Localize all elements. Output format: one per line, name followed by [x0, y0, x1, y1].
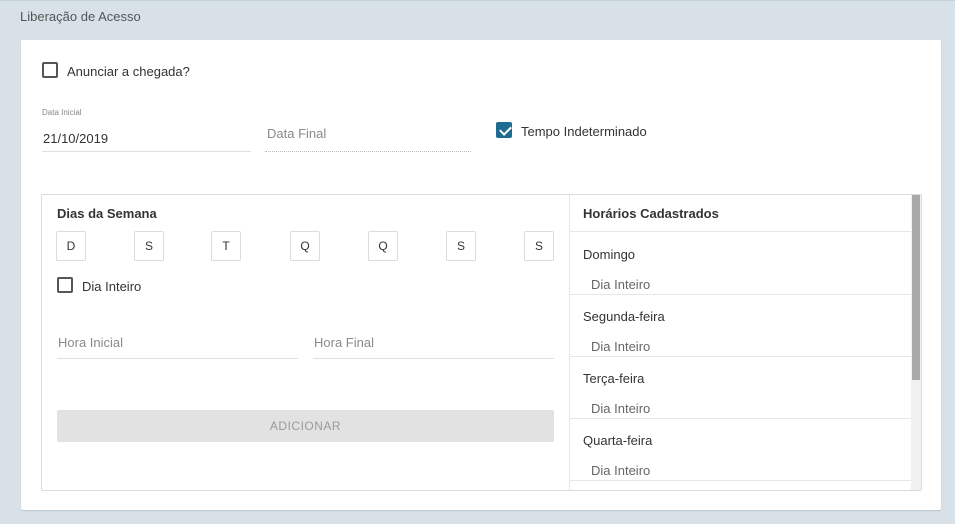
weekdays-column: Dias da Semana D S T Q Q S S Dia Inteiro…: [42, 195, 570, 490]
start-time-underline: [57, 358, 298, 359]
day-button-wednesday[interactable]: Q: [290, 231, 320, 261]
schedule-item-sunday[interactable]: Domingo Dia Inteiro: [570, 232, 911, 295]
start-date-input[interactable]: 21/10/2019: [43, 131, 108, 146]
schedule-detail: Dia Inteiro: [591, 339, 651, 354]
schedule-day: Domingo: [583, 247, 636, 262]
end-time-input[interactable]: Hora Final: [314, 335, 374, 350]
schedule-day: Terça-feira: [583, 371, 645, 386]
add-button[interactable]: ADICIONAR: [57, 410, 554, 442]
start-time-input[interactable]: Hora Inicial: [58, 335, 123, 350]
schedule-item-tuesday[interactable]: Terça-feira Dia Inteiro: [570, 356, 911, 419]
day-button-thursday[interactable]: Q: [368, 231, 398, 261]
scrollbar-thumb[interactable]: [912, 195, 920, 380]
schedule-detail: Dia Inteiro: [591, 463, 651, 478]
day-button-monday[interactable]: S: [134, 231, 164, 261]
schedules-title: Horários Cadastrados: [583, 206, 719, 221]
indefinite-label: Tempo Indeterminado: [521, 124, 647, 139]
end-date-underline: [265, 151, 471, 152]
indefinite-checkbox[interactable]: [496, 122, 512, 138]
schedule-item-wednesday[interactable]: Quarta-feira Dia Inteiro: [570, 418, 911, 481]
top-border: [0, 0, 955, 1]
day-button-saturday[interactable]: S: [524, 231, 554, 261]
full-day-checkbox[interactable]: [57, 277, 73, 293]
weekdays-title: Dias da Semana: [57, 206, 157, 221]
full-day-label: Dia Inteiro: [82, 279, 142, 294]
schedule-detail: Dia Inteiro: [591, 401, 651, 416]
day-button-tuesday[interactable]: T: [211, 231, 241, 261]
day-button-friday[interactable]: S: [446, 231, 476, 261]
end-date-input[interactable]: Data Final: [267, 126, 326, 141]
schedule-day: Quarta-feira: [583, 433, 653, 448]
announce-checkbox[interactable]: [42, 62, 58, 78]
schedule-item-monday[interactable]: Segunda-feira Dia Inteiro: [570, 294, 911, 357]
announce-label: Anunciar a chegada?: [67, 64, 190, 79]
schedule-day: Segunda-feira: [583, 309, 665, 324]
access-form-card: Anunciar a chegada? Data Inicial 21/10/2…: [21, 40, 941, 510]
start-date-underline: [42, 151, 251, 152]
schedules-column: Horários Cadastrados Domingo Dia Inteiro…: [570, 195, 911, 490]
day-button-sunday[interactable]: D: [56, 231, 86, 261]
section-title: Liberação de Acesso: [20, 9, 141, 24]
schedule-detail: Dia Inteiro: [591, 277, 651, 292]
schedules-scrollbar[interactable]: [911, 195, 921, 490]
schedule-panel: Dias da Semana D S T Q Q S S Dia Inteiro…: [41, 194, 922, 491]
start-date-label: Data Inicial: [42, 108, 82, 117]
end-time-underline: [313, 358, 554, 359]
